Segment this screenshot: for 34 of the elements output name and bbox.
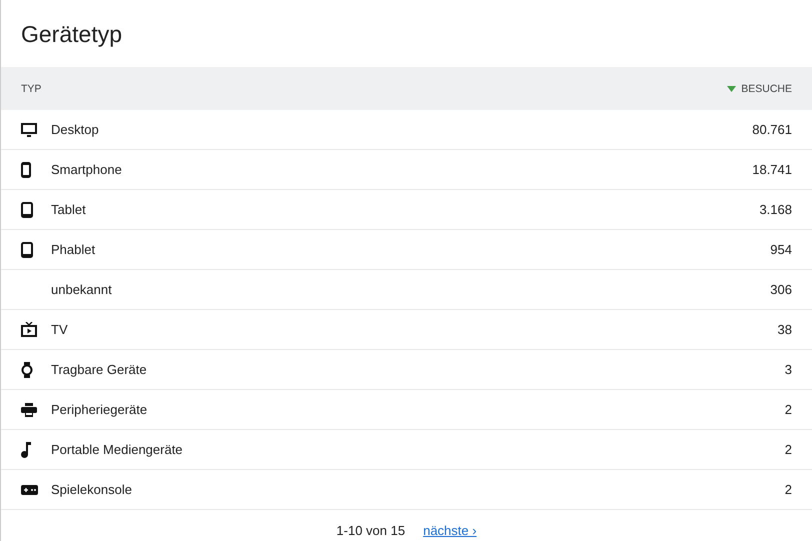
- visits-count: 2: [784, 442, 792, 457]
- device-type-label: Smartphone: [51, 162, 123, 177]
- device-type-label: Tragbare Geräte: [51, 362, 148, 377]
- printer-icon: [21, 402, 37, 416]
- visits-count: 2: [784, 482, 792, 497]
- visits-count: 38: [778, 322, 792, 337]
- device-type-label: TV: [51, 322, 69, 337]
- visits-count: 18.741: [752, 162, 792, 177]
- column-header[interactable]: TYP: [21, 82, 42, 94]
- widget-title: Gerätetyp: [20, 20, 123, 49]
- device-type-label: Tablet: [51, 202, 87, 217]
- music-note-icon: [21, 442, 31, 458]
- device-type-label: Phablet: [51, 242, 96, 257]
- visits-count: 954: [770, 242, 792, 257]
- tablet-icon: [21, 242, 33, 258]
- visits-count: 306: [770, 282, 792, 297]
- device-type-label: Spielekonsole: [51, 482, 133, 497]
- visits-count: 80.761: [752, 122, 792, 137]
- device-type-label: unbekannt: [51, 282, 113, 297]
- monitor-icon: [21, 122, 37, 136]
- visits-count: 3: [784, 362, 792, 377]
- gamepad-icon: [21, 484, 38, 494]
- column-header[interactable]: BESUCHE: [741, 82, 792, 94]
- next-page-link[interactable]: nächste ›: [423, 523, 477, 538]
- smartphone-icon: [21, 162, 31, 178]
- tv-icon: [21, 322, 37, 337]
- device-type-label: Portable Mediengeräte: [51, 442, 184, 457]
- device-type-label: Desktop: [51, 122, 100, 137]
- watch-icon: [21, 362, 33, 378]
- page-range: 1-10 von 15: [336, 523, 406, 538]
- visits-count: 2: [784, 402, 792, 417]
- visits-count: 3.168: [759, 202, 792, 217]
- device-type-label: Peripheriegeräte: [51, 402, 148, 417]
- tablet-icon: [21, 202, 33, 218]
